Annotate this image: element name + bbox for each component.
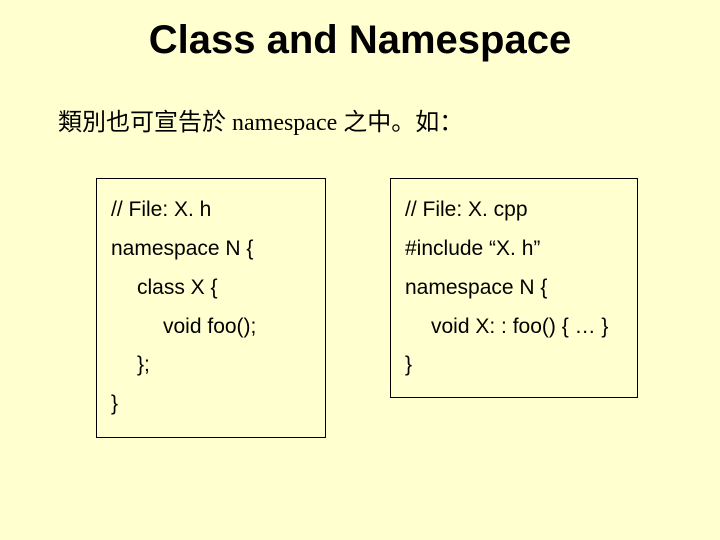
code-line: // File: X. h xyxy=(111,198,211,221)
slide-title: Class and Namespace xyxy=(0,18,720,63)
code-line: void X: : foo() { … } xyxy=(405,308,623,347)
code-line: } xyxy=(405,353,412,376)
code-line: } xyxy=(111,392,118,415)
code-line: namespace N { xyxy=(405,276,547,299)
code-line: class X { xyxy=(111,269,311,308)
code-line: }; xyxy=(111,346,311,385)
code-box-header-file: // File: X. h namespace N { class X { vo… xyxy=(96,178,326,438)
code-box-source-file: // File: X. cpp #include “X. h” namespac… xyxy=(390,178,638,398)
slide: Class and Namespace 類別也可宣告於 namespace 之中… xyxy=(0,0,720,540)
code-line: void foo(); xyxy=(111,308,311,347)
code-line: #include “X. h” xyxy=(405,237,540,260)
code-line: // File: X. cpp xyxy=(405,198,528,221)
slide-subtitle: 類別也可宣告於 namespace 之中。如： xyxy=(58,102,463,137)
code-line: namespace N { xyxy=(111,237,253,260)
